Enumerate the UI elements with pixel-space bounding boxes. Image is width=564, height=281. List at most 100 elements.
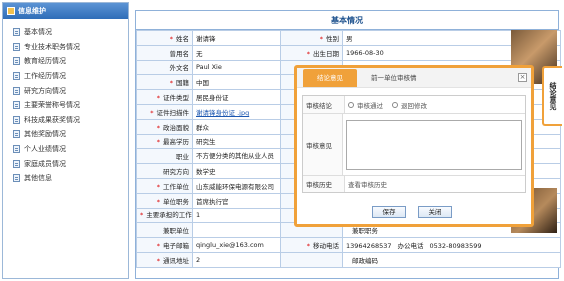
field-value-text: 男 xyxy=(346,34,353,43)
field-value-text: 谢请锋身份证 .jpg xyxy=(196,108,250,117)
field-value: 邮政编码 xyxy=(342,251,561,268)
sidebar-item[interactable]: 基本情况 xyxy=(3,25,128,40)
form-row: * 通讯地址 2 邮政编码 xyxy=(136,251,561,268)
opinion-cell xyxy=(343,114,525,175)
history-row: 审核历史 查看审核历史 xyxy=(303,176,525,192)
field-label-text: 单位职务 xyxy=(163,197,189,206)
sidebar-item-label: 教育经历情况 xyxy=(24,57,66,66)
field-label-text: 通讯地址 xyxy=(163,256,189,265)
field-label-text: 最高学历 xyxy=(163,138,189,147)
required-mark: * xyxy=(169,34,173,43)
required-mark: * xyxy=(140,210,144,219)
field-label-text: 出生日期 xyxy=(313,49,339,58)
field-label: 外文名 xyxy=(136,59,193,76)
field-label: 研究方向 xyxy=(136,163,193,179)
form-row: * 电子邮箱 qinglu_xie@163.com * 移动电话 13964268537 办… xyxy=(136,237,561,253)
conclusion-side-tab[interactable]: 结论意见 xyxy=(542,66,562,126)
field-label: * 证件扫描件 xyxy=(136,103,193,120)
sidebar-item[interactable]: 工作经历情况 xyxy=(3,69,128,84)
sidebar-item[interactable]: 研究方向情况 xyxy=(3,83,128,98)
field-label: 职业 xyxy=(136,148,193,165)
sidebar-item[interactable]: 其他奖励情况 xyxy=(3,127,128,142)
required-mark: * xyxy=(156,256,160,265)
radio-return[interactable] xyxy=(392,101,398,108)
conclusion-row: 审核结论 审核通过 退回修改 xyxy=(303,96,525,114)
field-value-text: 不方便分类的其他从业人员 xyxy=(196,151,274,160)
form-row: 曾用名无 * 出生日期 1966-08-30 xyxy=(136,44,561,61)
required-mark: * xyxy=(156,138,160,147)
required-mark: * xyxy=(156,242,160,251)
document-icon xyxy=(13,101,20,110)
close-button[interactable]: 关闭 xyxy=(418,206,452,218)
sidebar-item[interactable]: 主要荣誉称号情况 xyxy=(3,98,128,113)
sidebar-item[interactable]: 个人业绩情况 xyxy=(3,142,128,157)
tab-conclusion[interactable]: 结论意见 xyxy=(303,69,357,87)
sidebar-list: 基本情况专业技术职务情况 教育经历情况 工作经历情况研究方向情况 主要荣誉称号情况 科技… xyxy=(3,19,128,186)
sidebar-title: 信息维护 xyxy=(18,7,46,15)
field-label-text: 主要承担的工作内容 xyxy=(146,210,192,219)
required-mark: * xyxy=(319,34,323,43)
field-value: 13964268537 办公电话 0532-80983599 xyxy=(342,237,561,253)
sidebar-item[interactable]: 其他信息 xyxy=(3,171,128,186)
field-value-text: 谢请锋 xyxy=(196,34,216,43)
conclusion-label: 审核结论 xyxy=(303,96,345,113)
field-label-text: 证件扫描件 xyxy=(156,108,190,117)
required-mark: * xyxy=(156,182,160,191)
sidebar: 信息维护 基本情况专业技术职务情况 教育经历情况 工作经历情况研究方向情况 主要荣誉称… xyxy=(2,2,129,279)
sidebar-item[interactable]: 教育经历情况 xyxy=(3,54,128,69)
field-label-text: 性别 xyxy=(326,34,339,43)
field-value-text: 数学史 xyxy=(196,168,216,177)
opinion-textarea[interactable] xyxy=(346,119,522,170)
required-mark: * xyxy=(156,123,160,132)
tab-previous-review[interactable]: 前一单位审核情 xyxy=(357,69,431,87)
required-mark: * xyxy=(169,79,173,88)
field-value: qinglu_xie@163.com xyxy=(192,237,281,253)
sidebar-item-label: 专业技术职务情况 xyxy=(24,42,80,51)
field-label-text: 工作单位 xyxy=(163,182,189,191)
field-label-text: 职业 xyxy=(176,153,189,162)
field-label-text: 曾用名 xyxy=(169,49,190,58)
conclusion-options: 审核通过 退回修改 xyxy=(345,96,525,113)
sidebar-item-label: 家庭成员情况 xyxy=(24,159,66,168)
field-label: 曾用名 xyxy=(136,44,193,61)
field-label: * 工作单位 xyxy=(136,177,193,194)
field-value-text: 中国 xyxy=(196,79,209,88)
sidebar-item-label: 其他奖励情况 xyxy=(24,130,66,139)
dialog-buttons: 保存 关闭 xyxy=(372,206,452,218)
field-label: * 姓名 xyxy=(136,30,193,46)
opinion-row: 审核意见 xyxy=(303,114,525,176)
sidebar-item-label: 工作经历情况 xyxy=(24,72,66,81)
history-link[interactable]: 查看审核历史 xyxy=(345,176,525,192)
field-value-text: 2 xyxy=(196,255,201,264)
radio-pass-label: 审核通过 xyxy=(357,101,383,110)
field-value: 数学史 xyxy=(192,163,281,179)
field-label: * 电子邮箱 xyxy=(136,237,193,253)
field-label: * 单位职务 xyxy=(136,192,193,209)
sidebar-item[interactable]: 家庭成员情况 xyxy=(3,156,128,171)
required-mark: * xyxy=(306,49,310,58)
folder-icon xyxy=(7,7,15,15)
postcode-label: 邮政编码 xyxy=(352,256,378,265)
required-mark: * xyxy=(156,197,160,206)
field-label-text: 兼职单位 xyxy=(163,227,189,236)
document-icon xyxy=(13,86,20,95)
history-label: 审核历史 xyxy=(303,176,345,192)
sidebar-item[interactable]: 专业技术职务情况 xyxy=(3,40,128,55)
save-button[interactable]: 保存 xyxy=(372,206,406,218)
field-value[interactable]: 谢请锋身份证 .jpg xyxy=(192,103,281,120)
required-mark: * xyxy=(150,108,154,117)
radio-pass[interactable] xyxy=(348,101,354,108)
sidebar-item-label: 基本情况 xyxy=(24,28,52,37)
document-icon xyxy=(13,159,20,168)
office-phone-value: 0532-80983599 xyxy=(429,242,482,251)
field-label: * 国籍 xyxy=(136,74,193,91)
document-icon xyxy=(13,42,20,51)
field-label: * 通讯地址 xyxy=(136,251,193,268)
required-mark: * xyxy=(156,94,160,103)
page-title: 基本情况 xyxy=(136,11,558,30)
field-value-text: 群众 xyxy=(196,123,209,132)
sidebar-item[interactable]: 科技成果获奖情况 xyxy=(3,113,128,128)
field-label-text: 政治面貌 xyxy=(163,123,189,132)
close-icon[interactable]: × xyxy=(518,73,527,82)
field-value: Paul Xie xyxy=(192,59,281,76)
